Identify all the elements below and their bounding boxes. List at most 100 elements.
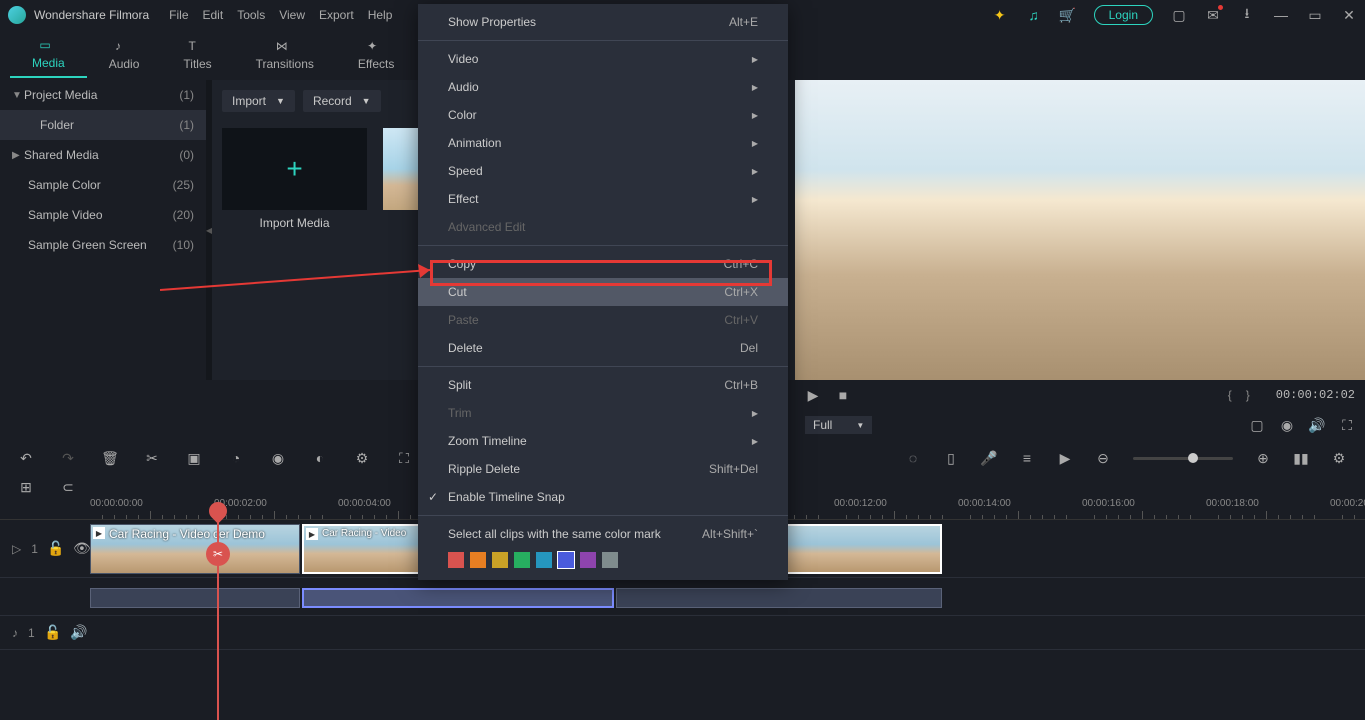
fullscreen-icon[interactable]: ⛶ [1339,417,1355,433]
zoom-out-icon[interactable]: ⊖ [1095,450,1111,466]
color-swatch[interactable] [580,552,596,568]
menu-help[interactable]: Help [368,8,393,22]
ctx-color[interactable]: Color▶ [418,101,788,129]
menu-export[interactable]: Export [319,8,354,22]
preview-viewport[interactable] [795,80,1365,380]
sidebar-project-media[interactable]: ▼Project Media(1) [0,80,206,110]
color-swatch[interactable] [602,552,618,568]
ctx-audio[interactable]: Audio▶ [418,73,788,101]
preview-timecode: 00:00:02:02 [1276,388,1355,402]
snapshot-icon[interactable]: ◉ [1279,417,1295,433]
tab-media[interactable]: ▭Media [10,32,87,78]
headphones-icon[interactable]: ♫ [1026,7,1042,23]
volume-icon[interactable]: 🔊 [1309,417,1325,433]
marker-icon[interactable]: ▯ [943,450,959,466]
speed-icon[interactable]: ◔ [228,450,244,466]
audio-clip-1a[interactable] [90,588,300,608]
speaker-icon[interactable]: 🔊 [71,625,87,641]
menu-edit[interactable]: Edit [203,8,224,22]
chevron-right-icon: ▶ [752,409,758,418]
sidebar-shared-media[interactable]: ▶Shared Media(0) [0,140,206,170]
color-swatch[interactable] [514,552,530,568]
lightbulb-icon[interactable]: ✦ [992,7,1008,23]
cart-icon[interactable]: 🛒 [1060,7,1076,23]
close-icon[interactable]: ✕ [1341,7,1357,23]
ctx-cut[interactable]: CutCtrl+X [418,278,788,306]
minimize-icon[interactable]: — [1273,7,1289,23]
app-logo-icon [8,6,26,24]
mail-icon[interactable]: ✉ [1205,7,1221,23]
delete-icon[interactable]: 🗑 [102,450,118,466]
color-swatch[interactable] [448,552,464,568]
zoom-in-icon[interactable]: ⊕ [1255,450,1271,466]
tab-audio[interactable]: ♪Audio [87,33,162,77]
greenscreen-icon[interactable]: ◐ [312,450,328,466]
undo-icon[interactable]: ↶ [18,450,34,466]
lock-icon[interactable]: 🔓 [48,541,64,557]
playhead-scissors-icon[interactable]: ✂ [206,542,230,566]
ctx-copy[interactable]: CopyCtrl+C [418,250,788,278]
import-media-tile[interactable]: + Import Media [222,128,367,230]
ctx-trim: Trim▶ [418,399,788,427]
ctx-delete[interactable]: DeleteDel [418,334,788,362]
sidebar-sample-green[interactable]: Sample Green Screen(10) [0,230,206,260]
audio-mix-icon[interactable]: ≡ [1019,450,1035,466]
timeline-track-add-icon[interactable]: ⊞ [18,479,34,495]
playhead[interactable]: ✂ [217,520,219,720]
tab-titles[interactable]: TTitles [161,33,233,77]
stop-icon[interactable]: ■ [835,387,851,403]
menu-file[interactable]: File [169,8,188,22]
ctx-effect[interactable]: Effect▶ [418,185,788,213]
settings-icon[interactable]: ⚙ [354,450,370,466]
maximize-icon[interactable]: ▭ [1307,7,1323,23]
save-icon[interactable]: ▢ [1171,7,1187,23]
sidebar-folder[interactable]: Folder(1) [0,110,206,140]
app-title: Wondershare Filmora [34,8,149,22]
render-icon[interactable]: ▶ [1057,450,1073,466]
ctx-animation[interactable]: Animation▶ [418,129,788,157]
settings2-icon[interactable]: ⚙ [1331,450,1347,466]
sidebar-sample-video[interactable]: Sample Video(20) [0,200,206,230]
ctx-video[interactable]: Video▶ [418,45,788,73]
ctx-ripple-delete[interactable]: Ripple DeleteShift+Del [418,455,788,483]
redo-icon[interactable]: ↷ [60,450,76,466]
import-dropdown[interactable]: Import▼ [222,90,295,112]
voiceover-icon[interactable]: 🎤 [981,450,997,466]
record-dropdown[interactable]: Record▼ [303,90,381,112]
color-icon[interactable]: ◉ [270,450,286,466]
crop-icon[interactable]: ▣ [186,450,202,466]
color-swatch[interactable] [492,552,508,568]
lock-icon[interactable]: 🔓 [45,625,61,641]
view-mode-icon[interactable]: ▮▮ [1293,450,1309,466]
zoom-slider[interactable] [1133,457,1233,460]
expand-icon[interactable]: ⛶ [396,450,412,466]
video-clip-1a[interactable]: ▶ Car Racing - Video cer Demo [90,524,300,574]
monitor-icon[interactable]: ▢ [1249,417,1265,433]
ctx-select-all-clips-with-the-same-color-mark[interactable]: Select all clips with the same color mar… [418,520,788,548]
play-icon[interactable]: ▶ [805,387,821,403]
menu-view[interactable]: View [279,8,305,22]
ctx-speed[interactable]: Speed▶ [418,157,788,185]
login-button[interactable]: Login [1094,5,1153,25]
color-swatch[interactable] [536,552,552,568]
ctx-split[interactable]: SplitCtrl+B [418,371,788,399]
mixer-icon[interactable]: ◌ [905,450,921,466]
menu-tools[interactable]: Tools [237,8,265,22]
ctx-enable-timeline-snap[interactable]: ✓Enable Timeline Snap [418,483,788,511]
eye-icon[interactable]: 👁 [74,541,90,557]
color-swatch[interactable] [470,552,486,568]
audio-clip-1b[interactable] [302,588,614,608]
tab-transitions[interactable]: ⋈Transitions [234,33,336,77]
ctx-zoom-timeline[interactable]: Zoom Timeline▶ [418,427,788,455]
bracket-right[interactable]: } [1246,388,1250,402]
zoom-dropdown[interactable]: Full▼ [805,416,872,434]
scissors-icon[interactable]: ✂ [144,450,160,466]
magnet-icon[interactable]: ⊂ [60,479,76,495]
sidebar-sample-color[interactable]: Sample Color(25) [0,170,206,200]
tab-effects[interactable]: ✦Effects [336,33,416,77]
audio-clip-1c[interactable] [616,588,942,608]
bracket-left[interactable]: { [1228,388,1232,402]
ctx-show-properties[interactable]: Show PropertiesAlt+E [418,8,788,36]
download-icon[interactable]: ⭳ [1239,7,1255,23]
color-swatch[interactable] [558,552,574,568]
